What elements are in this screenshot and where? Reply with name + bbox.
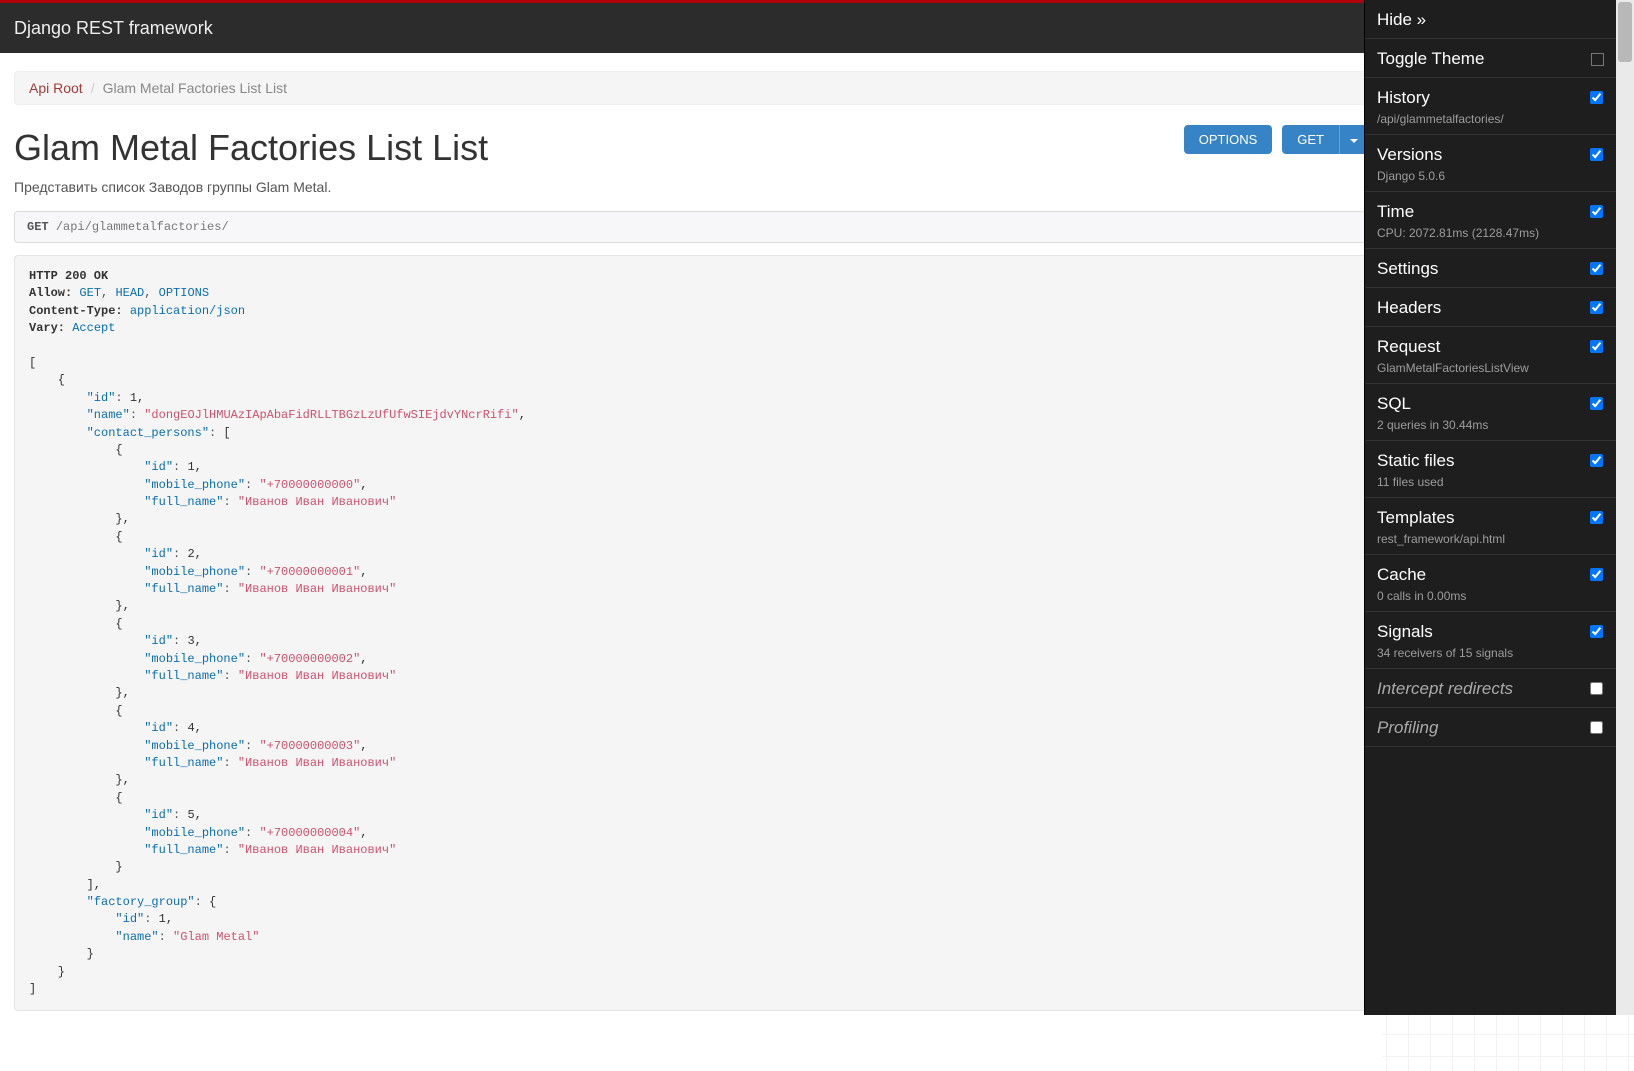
response-body: HTTP 200 OK Allow: GET, HEAD, OPTIONS Co… xyxy=(29,268,1353,998)
navbar: Django REST framework xyxy=(0,3,1382,53)
debug-panel-static-files[interactable]: Static files 11 files used xyxy=(1365,441,1616,498)
breadcrumb-root[interactable]: Api Root xyxy=(29,80,83,96)
debug-panel-title: Profiling xyxy=(1377,718,1604,738)
debug-toolbar: Hide » Toggle Theme History/api/glammeta… xyxy=(1364,0,1616,1015)
debug-panel-title: Intercept redirects xyxy=(1377,679,1604,699)
debug-panel-subtitle: /api/glammetalfactories/ xyxy=(1377,112,1604,126)
debug-panel-subtitle: GlamMetalFactoriesListView xyxy=(1377,361,1604,375)
debug-panel-subtitle: 34 receivers of 15 signals xyxy=(1377,646,1604,660)
debug-panel-cache[interactable]: Cache 0 calls in 0.00ms xyxy=(1365,555,1616,612)
page-description: Представить список Заводов группы Glam M… xyxy=(14,179,1368,195)
debug-panel-checkbox[interactable] xyxy=(1590,568,1603,581)
request-path: /api/glammetalfactories/ xyxy=(56,220,229,234)
debug-panel-profiling[interactable]: Profiling xyxy=(1365,708,1616,747)
debug-panel-sql[interactable]: SQL 2 queries in 30.44ms xyxy=(1365,384,1616,441)
vertical-scrollbar[interactable] xyxy=(1616,0,1634,1015)
debug-panel-checkbox[interactable] xyxy=(1590,682,1603,695)
request-method: GET xyxy=(27,220,49,234)
debug-panel-title: Settings xyxy=(1377,259,1604,279)
debug-panel-title: Templates xyxy=(1377,508,1604,528)
debug-panel-title: Static files xyxy=(1377,451,1604,471)
debug-hide-panel[interactable]: Hide » xyxy=(1365,0,1616,39)
main-content: Django REST framework Api Root / Glam Me… xyxy=(0,0,1382,1071)
debug-panel-title: Signals xyxy=(1377,622,1604,642)
debug-panel-title: Request xyxy=(1377,337,1604,357)
debug-panel-subtitle: rest_framework/api.html xyxy=(1377,532,1604,546)
breadcrumb-separator: / xyxy=(91,80,95,96)
debug-hide-label: Hide » xyxy=(1377,10,1426,29)
navbar-brand[interactable]: Django REST framework xyxy=(14,18,213,39)
request-line: GET /api/glammetalfactories/ xyxy=(14,211,1368,243)
breadcrumb-current: Glam Metal Factories List List xyxy=(103,80,287,96)
debug-toggle-theme-panel[interactable]: Toggle Theme xyxy=(1365,39,1616,78)
debug-panel-checkbox[interactable] xyxy=(1590,262,1603,275)
expand-icon xyxy=(1591,53,1604,66)
debug-panel-checkbox[interactable] xyxy=(1590,397,1603,410)
debug-panel-checkbox[interactable] xyxy=(1590,721,1603,734)
scroll-thumb[interactable] xyxy=(1618,2,1632,62)
debug-panel-subtitle: Django 5.0.6 xyxy=(1377,169,1604,183)
debug-panel-title: History xyxy=(1377,88,1604,108)
debug-panel-title: Headers xyxy=(1377,298,1604,318)
debug-panel-time[interactable]: Time CPU: 2072.81ms (2128.47ms) xyxy=(1365,192,1616,249)
debug-panel-history[interactable]: History/api/glammetalfactories/ xyxy=(1365,78,1616,135)
debug-panel-checkbox[interactable] xyxy=(1590,148,1603,161)
debug-panel-subtitle: 11 files used xyxy=(1377,475,1604,489)
debug-panel-request[interactable]: Request GlamMetalFactoriesListView xyxy=(1365,327,1616,384)
debug-panel-checkbox[interactable] xyxy=(1590,340,1603,353)
debug-toggle-theme-label: Toggle Theme xyxy=(1377,49,1484,69)
debug-panel-title: Cache xyxy=(1377,565,1604,585)
get-button[interactable]: GET xyxy=(1282,125,1339,154)
debug-panel-subtitle: CPU: 2072.81ms (2128.47ms) xyxy=(1377,226,1604,240)
debug-panel-versions[interactable]: Versions Django 5.0.6 xyxy=(1365,135,1616,192)
debug-panel-checkbox[interactable] xyxy=(1590,205,1603,218)
debug-panel-checkbox[interactable] xyxy=(1590,511,1603,524)
debug-panel-checkbox[interactable] xyxy=(1590,625,1603,638)
action-buttons: OPTIONS GET xyxy=(1184,125,1368,154)
debug-panel-checkbox[interactable] xyxy=(1590,91,1603,104)
options-button[interactable]: OPTIONS xyxy=(1184,125,1273,154)
debug-panel-checkbox[interactable] xyxy=(1590,454,1603,467)
debug-panel-title: Versions xyxy=(1377,145,1604,165)
chevron-down-icon xyxy=(1350,139,1358,143)
debug-panel-subtitle: 2 queries in 30.44ms xyxy=(1377,418,1604,432)
page-title: Glam Metal Factories List List xyxy=(14,127,488,169)
debug-panel-subtitle: 0 calls in 0.00ms xyxy=(1377,589,1604,603)
response-box: HTTP 200 OK Allow: GET, HEAD, OPTIONS Co… xyxy=(14,255,1368,1011)
debug-panel-checkbox[interactable] xyxy=(1590,301,1603,314)
debug-panel-title: SQL xyxy=(1377,394,1604,414)
debug-panel-intercept-redirects[interactable]: Intercept redirects xyxy=(1365,669,1616,708)
breadcrumb: Api Root / Glam Metal Factories List Lis… xyxy=(14,71,1368,105)
debug-panel-signals[interactable]: Signals 34 receivers of 15 signals xyxy=(1365,612,1616,669)
debug-panel-title: Time xyxy=(1377,202,1604,222)
debug-panel-templates[interactable]: Templates rest_framework/api.html xyxy=(1365,498,1616,555)
debug-panel-settings[interactable]: Settings xyxy=(1365,249,1616,288)
debug-panel-headers[interactable]: Headers xyxy=(1365,288,1616,327)
